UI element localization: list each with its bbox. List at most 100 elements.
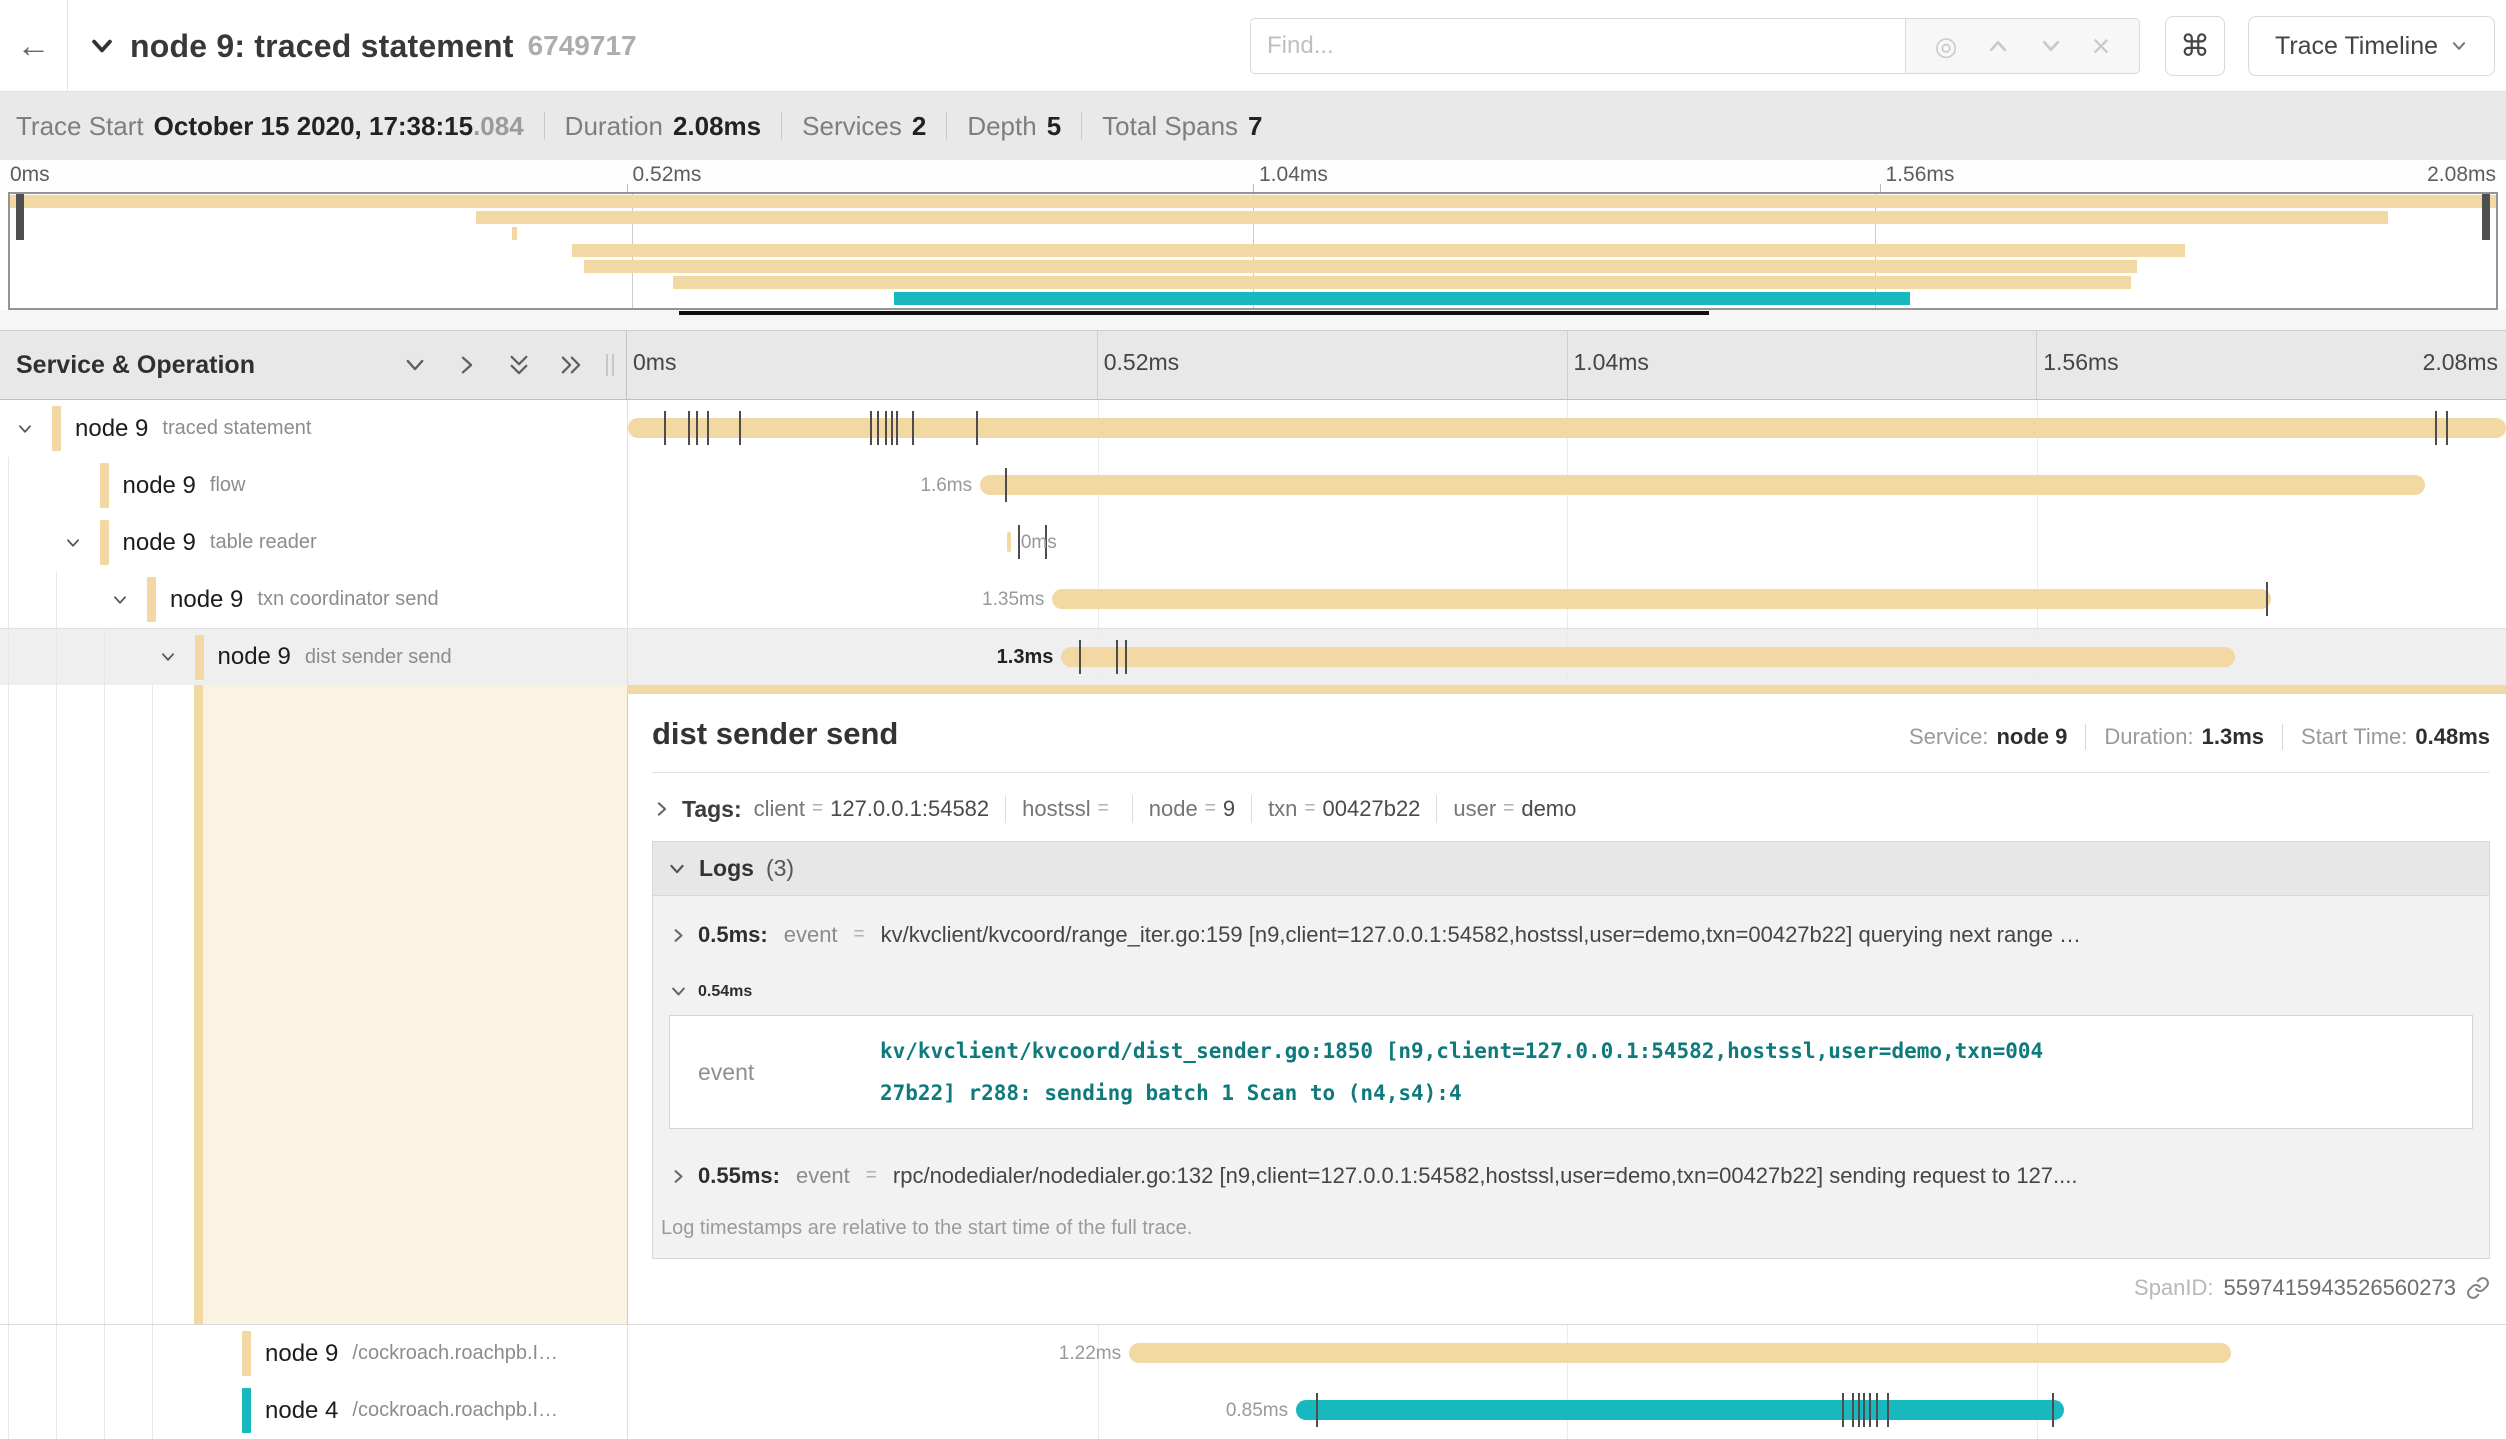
span-service-name[interactable]: node 9 <box>75 415 148 443</box>
span-timeline-cell[interactable] <box>627 400 2506 457</box>
span-name-wrap[interactable]: node 9traced statement <box>52 400 311 457</box>
log-timestamp: 0.5ms: <box>698 922 768 948</box>
span-service-name[interactable]: node 9 <box>123 472 196 500</box>
minimap-left-handle[interactable] <box>16 194 24 240</box>
log-row[interactable]: 0.55ms:event=rpc/nodedialer/nodedialer.g… <box>663 1143 2479 1209</box>
tag-item[interactable]: hostssl= <box>1022 796 1116 822</box>
span-duration-bar[interactable] <box>628 418 2506 438</box>
span-row-4[interactable]: node 9 dist sender send 1.3ms <box>0 628 2506 685</box>
span-name-cell[interactable]: node 9 txn coordinator send <box>0 571 627 628</box>
log-value: rpc/nodedialer/nodedialer.go:132 [n9,cli… <box>893 1163 2078 1189</box>
keyboard-shortcuts-button[interactable]: ⌘ <box>2165 16 2225 76</box>
span-name-wrap[interactable]: node 9 txn coordinator send <box>147 571 439 628</box>
span-timeline-cell[interactable]: 1.22ms <box>627 1325 2506 1382</box>
log-row[interactable]: 0.5ms:event=kv/kvclient/kvcoord/range_it… <box>663 902 2479 968</box>
viewport-range-indicator[interactable] <box>679 311 1709 315</box>
span-name-wrap[interactable]: node 9table reader <box>100 514 317 571</box>
tag-key: hostssl <box>1022 796 1090 822</box>
span-timeline-cell[interactable]: 1.3ms <box>627 629 2506 685</box>
minimap-span-bar <box>572 244 2186 257</box>
minimap-span-bar <box>584 260 2138 273</box>
service-operation-label: Service & Operation <box>16 351 255 380</box>
collapse-span-chevron-icon[interactable] <box>16 420 34 438</box>
collapse-trace-chevron-icon[interactable] <box>88 32 116 60</box>
minimap[interactable] <box>8 192 2498 310</box>
span-service-name[interactable]: node 9 <box>265 1340 338 1368</box>
minimap-scrubber-strip <box>0 310 2506 330</box>
collapse-one-icon[interactable] <box>402 352 428 378</box>
column-resize-grabber[interactable] <box>606 354 614 376</box>
span-timeline-cell[interactable]: 1.35ms <box>627 571 2506 628</box>
span-duration-bar[interactable] <box>1007 532 1011 552</box>
span-color-chip <box>52 406 61 451</box>
span-duration-bar[interactable] <box>1129 1343 2231 1363</box>
collapse-span-chevron-icon[interactable] <box>159 648 177 666</box>
log-marker-tick <box>1125 640 1127 674</box>
span-detail-card: dist sender send Service: node 9 Duratio… <box>627 694 2506 1324</box>
span-name-wrap[interactable]: node 9flow <box>100 457 246 514</box>
span-duration-bar[interactable] <box>1296 1400 2063 1420</box>
tag-item[interactable]: txn=00427b22 <box>1268 796 1420 822</box>
trace-start-fraction: .084 <box>473 111 524 142</box>
logs-header[interactable]: Logs (3) <box>653 842 2489 896</box>
minimap-right-handle[interactable] <box>2482 194 2490 240</box>
span-name-cell[interactable]: node 9/cockroach.roachpb.I… <box>0 1325 627 1382</box>
log-expanded-header[interactable]: 0.54ms <box>663 968 2479 1011</box>
service-label: Service: <box>1909 724 1988 750</box>
span-row-5[interactable]: node 9/cockroach.roachpb.I… 1.22ms <box>0 1325 2506 1382</box>
span-name-wrap[interactable]: node 4/cockroach.roachpb.I… <box>242 1382 558 1439</box>
collapse-span-chevron-icon[interactable] <box>64 534 82 552</box>
timeline-ruler: 0ms0.52ms1.04ms1.56ms2.08ms <box>627 331 2506 399</box>
span-id-label: SpanID: <box>2134 1275 2214 1301</box>
depth-label: Depth <box>967 111 1036 142</box>
span-row-1[interactable]: node 9flow 1.6ms <box>0 457 2506 514</box>
timeline-gridline <box>1098 1382 1099 1439</box>
span-row-6[interactable]: node 4/cockroach.roachpb.I… 0.85ms <box>0 1382 2506 1439</box>
expand-one-icon[interactable] <box>454 352 480 378</box>
find-tools: ◎ × <box>1905 18 2140 74</box>
back-button[interactable]: ← <box>0 0 68 92</box>
locate-span-icon[interactable]: ◎ <box>1935 31 1958 62</box>
span-name-cell[interactable]: node 9 dist sender send <box>0 629 627 685</box>
span-service-name[interactable]: node 9 <box>218 643 291 671</box>
span-operation-name: txn coordinator send <box>257 588 438 611</box>
span-service-name[interactable]: node 4 <box>265 1397 338 1425</box>
log-marker-tick <box>1852 1393 1854 1427</box>
trace-view-dropdown[interactable]: Trace Timeline <box>2248 16 2495 76</box>
span-row-2[interactable]: node 9table reader 0ms <box>0 514 2506 571</box>
find-next-icon[interactable] <box>2039 34 2063 58</box>
expand-all-icon[interactable] <box>558 352 584 378</box>
span-timeline-cell[interactable]: 0ms <box>627 514 2506 571</box>
span-duration-bar[interactable] <box>1061 647 2235 667</box>
span-name-cell[interactable]: node 9flow <box>0 457 627 514</box>
find-input[interactable] <box>1250 18 1905 74</box>
span-timeline-cell[interactable]: 0.85ms <box>627 1382 2506 1439</box>
span-row-3[interactable]: node 9 txn coordinator send 1.35ms <box>0 571 2506 628</box>
span-name-cell[interactable]: node 9table reader <box>0 514 627 571</box>
tag-item[interactable]: user=demo <box>1453 796 1576 822</box>
span-duration-bar[interactable] <box>1052 589 2271 609</box>
collapse-all-icon[interactable] <box>506 352 532 378</box>
find-prev-icon[interactable] <box>1986 34 2010 58</box>
collapse-span-chevron-icon[interactable] <box>111 591 129 609</box>
span-operation-name: dist sender send <box>305 646 452 669</box>
span-row-0[interactable]: node 9traced statement <box>0 400 2506 457</box>
divider <box>2282 724 2283 750</box>
span-timeline-cell[interactable]: 1.6ms <box>627 457 2506 514</box>
span-duration-bar[interactable] <box>980 475 2425 495</box>
clear-find-icon[interactable]: × <box>2092 28 2111 65</box>
span-name-wrap[interactable]: node 9 dist sender send <box>195 629 452 685</box>
tag-item[interactable]: node=9 <box>1149 796 1235 822</box>
deep-link-icon[interactable] <box>2466 1276 2490 1300</box>
span-name-wrap[interactable]: node 9/cockroach.roachpb.I… <box>242 1325 558 1382</box>
span-name-cell[interactable]: node 4/cockroach.roachpb.I… <box>0 1382 627 1439</box>
logs-list: 0.5ms:event=kv/kvclient/kvcoord/range_it… <box>653 896 2489 1209</box>
tags-row[interactable]: Tags: client=127.0.0.1:54582hostssl=node… <box>652 795 2490 823</box>
span-service-name[interactable]: node 9 <box>123 529 196 557</box>
log-value: kv/kvclient/kvcoord/range_iter.go:159 [n… <box>881 922 2081 948</box>
minimap-span-row <box>10 243 2496 259</box>
minimap-span-row <box>10 275 2496 291</box>
span-service-name[interactable]: node 9 <box>170 586 243 614</box>
tag-item[interactable]: client=127.0.0.1:54582 <box>754 796 990 822</box>
span-name-cell[interactable]: node 9traced statement <box>0 400 627 457</box>
